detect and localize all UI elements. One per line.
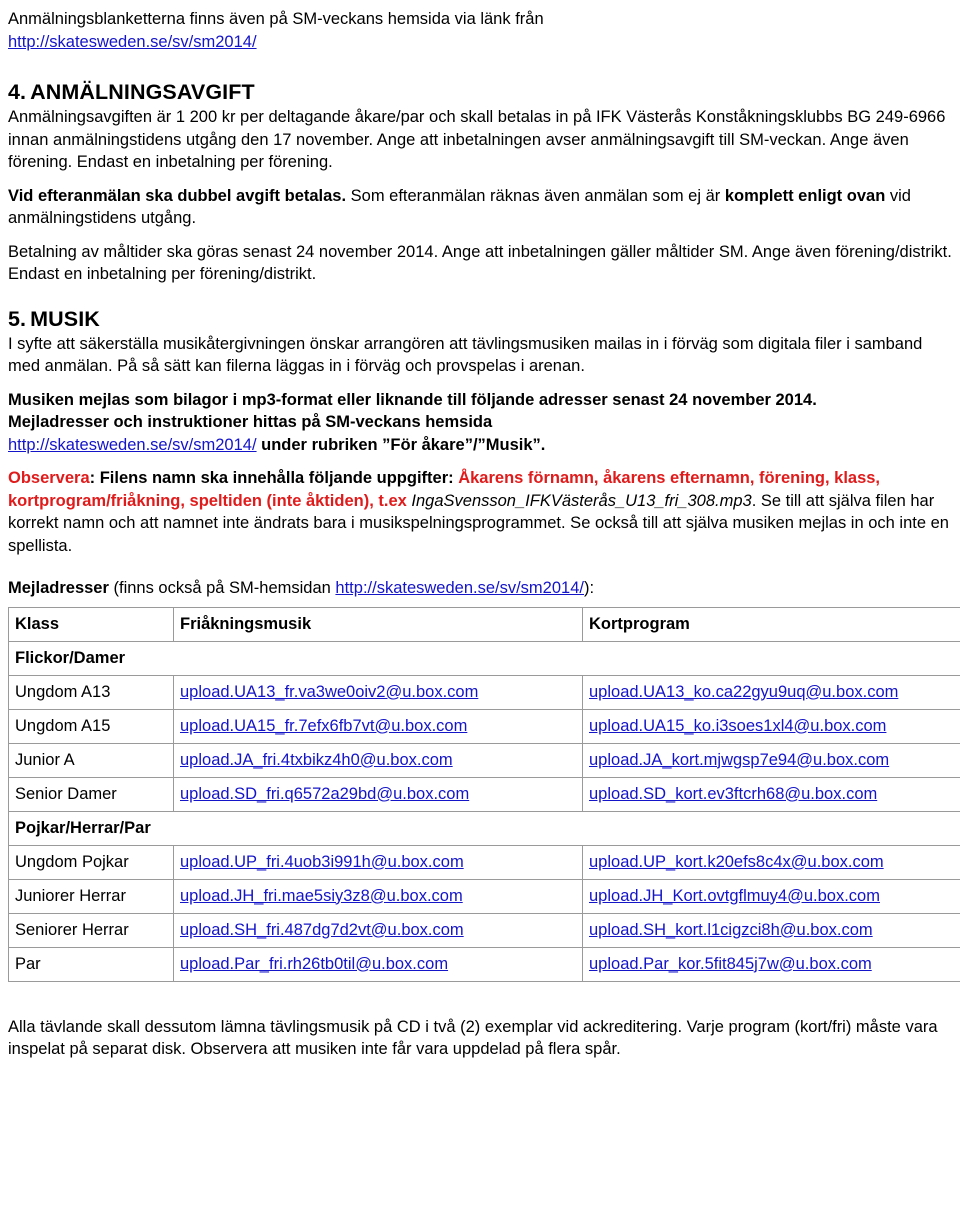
email-link-kortprogram[interactable]: upload.SD_kort.ev3ftcrh68@u.box.com	[589, 785, 877, 803]
table-group-row: Pojkar/Herrar/Par	[8, 810, 960, 846]
table-cell-friakningsmusik: upload.SH_fri.487dg7d2vt@u.box.com	[173, 912, 583, 948]
table-column-header: Kortprogram	[582, 606, 960, 642]
section-5-number: 5.	[8, 306, 27, 331]
table-cell-klass: Juniorer Herrar	[8, 878, 174, 914]
table-cell-klass: Par	[8, 946, 174, 982]
mejladresser-note: Mejladresser (finns också på SM-hemsidan…	[8, 577, 954, 600]
mejladresser-table: Klass Friåkningsmusik Kortprogram Flickor/D…	[8, 606, 960, 982]
table-cell-kortprogram: upload.UA13_ko.ca22gyu9uq@u.box.com	[582, 674, 960, 710]
table-cell-kortprogram: upload.JH_Kort.ovtgflmuy4@u.box.com	[582, 878, 960, 914]
table-cell-kortprogram: upload.UP_kort.k20efs8c4x@u.box.com	[582, 844, 960, 880]
table-cell-kortprogram: upload.SD_kort.ev3ftcrh68@u.box.com	[582, 776, 960, 812]
section-5-paragraph-2: Musiken mejlas som bilagor i mp3-format …	[8, 389, 954, 412]
table-cell-klass: Ungdom A13	[8, 674, 174, 710]
table-cell-friakningsmusik: upload.JH_fri.mae5siy3z8@u.box.com	[173, 878, 583, 914]
table-cell-klass: Seniorer Herrar	[8, 912, 174, 948]
music-instructions-bold: Mejladresser och instruktioner hittas på…	[8, 413, 493, 431]
document-page: Anmälningsblanketterna finns även på SM-…	[0, 0, 960, 1067]
table-group-label: Pojkar/Herrar/Par	[8, 810, 960, 846]
mejladresser-end: ):	[583, 579, 595, 597]
late-entry-bold-1: Vid efteranmälan ska dubbel avgift betal…	[8, 186, 347, 205]
email-link-kortprogram[interactable]: upload.JH_Kort.ovtgflmuy4@u.box.com	[589, 887, 880, 905]
table-row: Ungdom A15 upload.UA15_fr.7efx6fb7vt@u.bo…	[8, 708, 960, 744]
email-link-kortprogram[interactable]: upload.UP_kort.k20efs8c4x@u.box.com	[589, 853, 884, 871]
email-link-kortprogram[interactable]: upload.Par_kor.5fit845j7w@u.box.com	[589, 955, 872, 973]
late-entry-mid: Som efteranmälan räknas även anmälan som…	[346, 186, 725, 205]
mejladresser-label: Mejladresser	[8, 579, 109, 597]
email-link-friakningsmusik[interactable]: upload.Par_fri.rh26tb0til@u.box.com	[180, 955, 448, 973]
intro-paragraph: Anmälningsblanketterna finns även på SM-…	[8, 8, 954, 53]
section-5-title: MUSIK	[30, 306, 100, 331]
section-4-paragraph-2: Vid efteranmälan ska dubbel avgift betal…	[8, 185, 954, 230]
table-header-row: Klass Friåkningsmusik Kortprogram	[8, 606, 960, 642]
observera-paragraph: Observera: Filens namn ska innehålla föl…	[8, 467, 954, 557]
email-link-friakningsmusik[interactable]: upload.UA13_fr.va3we0oiv2@u.box.com	[180, 683, 478, 701]
music-email-deadline: Musiken mejlas som bilagor i mp3-format …	[8, 390, 817, 409]
section-4-paragraph-3: Betalning av måltider ska göras senast 2…	[8, 242, 952, 284]
email-link-friakningsmusik[interactable]: upload.UP_fri.4uob3i991h@u.box.com	[180, 853, 464, 871]
table-cell-friakningsmusik: upload.SD_fri.q6572a29bd@u.box.com	[173, 776, 583, 812]
observera-filename-example: IngaSvensson_IFKVästerås_U13_fri_308.mp3	[411, 491, 752, 510]
email-link-kortprogram[interactable]: upload.SH_kort.l1cigzci8h@u.box.com	[589, 921, 873, 939]
email-link-kortprogram[interactable]: upload.UA13_ko.ca22gyu9uq@u.box.com	[589, 683, 898, 701]
table-cell-friakningsmusik: upload.JA_fri.4txbikz4h0@u.box.com	[173, 742, 583, 778]
intro-line1: Anmälningsblanketterna finns även på SM-…	[8, 10, 544, 28]
table-column-header: Friåkningsmusik	[173, 606, 583, 642]
section-5-paragraph-1: I syfte att säkerställa musikåtergivning…	[8, 334, 923, 376]
table-cell-friakningsmusik: upload.UA13_fr.va3we0oiv2@u.box.com	[173, 674, 583, 710]
email-link-friakningsmusik[interactable]: upload.UA15_fr.7efx6fb7vt@u.box.com	[180, 717, 467, 735]
table-group-label: Flickor/Damer	[8, 640, 960, 676]
observera-label: Observera	[8, 469, 90, 487]
table-row: Ungdom Pojkar upload.UP_fri.4uob3i991h@u.…	[8, 844, 960, 880]
section-4-paragraph-1: Anmälningsavgiften är 1 200 kr per delta…	[8, 108, 946, 171]
table-row: Par upload.Par_fri.rh26tb0til@u.box.com up…	[8, 946, 960, 982]
table-group-row: Flickor/Damer	[8, 640, 960, 676]
section-4-title: ANMÄLNINGSAVGIFT	[30, 80, 255, 104]
email-link-kortprogram[interactable]: upload.JA_kort.mjwgsp7e94@u.box.com	[589, 751, 889, 769]
table-cell-klass: Ungdom A15	[8, 708, 174, 744]
footer-paragraph: Alla tävlande skall dessutom lämna tävli…	[8, 1017, 938, 1059]
table-cell-klass: Senior Damer	[8, 776, 174, 812]
table-row: Senior Damer upload.SD_fri.q6572a29bd@u.b…	[8, 776, 960, 812]
music-rubric-text: under rubriken ”För åkare”/”Musik”.	[256, 435, 546, 454]
table-row: Seniorer Herrar upload.SH_fri.487dg7d2vt@…	[8, 912, 960, 948]
email-link-kortprogram[interactable]: upload.UA15_ko.i3soes1xl4@u.box.com	[589, 717, 886, 735]
email-link-friakningsmusik[interactable]: upload.JA_fri.4txbikz4h0@u.box.com	[180, 751, 453, 769]
table-column-header: Klass	[8, 606, 174, 642]
table-cell-kortprogram: upload.SH_kort.l1cigzci8h@u.box.com	[582, 912, 960, 948]
skatesweden-link-table[interactable]: http://skatesweden.se/sv/sm2014/	[335, 579, 584, 597]
skatesweden-link-top[interactable]: http://skatesweden.se/sv/sm2014/	[8, 33, 257, 51]
table-cell-kortprogram: upload.UA15_ko.i3soes1xl4@u.box.com	[582, 708, 960, 744]
table-cell-klass: Ungdom Pojkar	[8, 844, 174, 880]
table-cell-kortprogram: upload.JA_kort.mjwgsp7e94@u.box.com	[582, 742, 960, 778]
email-link-friakningsmusik[interactable]: upload.SH_fri.487dg7d2vt@u.box.com	[180, 921, 464, 939]
table-cell-kortprogram: upload.Par_kor.5fit845j7w@u.box.com	[582, 946, 960, 982]
section-4-number: 4.	[8, 80, 27, 104]
table-cell-friakningsmusik: upload.UP_fri.4uob3i991h@u.box.com	[173, 844, 583, 880]
late-entry-bold-2: komplett enligt ovan	[724, 186, 886, 205]
mejladresser-mid: (finns också på SM-hemsidan	[108, 579, 336, 597]
table-cell-klass: Junior A	[8, 742, 174, 778]
table-row: Junior A upload.JA_fri.4txbikz4h0@u.box.c…	[8, 742, 960, 778]
section-5-heading: 5. MUSIK	[8, 306, 954, 333]
email-link-friakningsmusik[interactable]: upload.SD_fri.q6572a29bd@u.box.com	[180, 785, 469, 803]
section-4-heading: 4. ANMÄLNINGSAVGIFT	[8, 79, 954, 106]
table-row: Ungdom A13 upload.UA13_fr.va3we0oiv2@u.bo…	[8, 674, 960, 710]
section-5-paragraph-3: Mejladresser och instruktioner hittas på…	[8, 411, 954, 456]
table-cell-friakningsmusik: upload.Par_fri.rh26tb0til@u.box.com	[173, 946, 583, 982]
email-link-friakningsmusik[interactable]: upload.JH_fri.mae5siy3z8@u.box.com	[180, 887, 463, 905]
observera-black-intro: : Filens namn ska innehålla följande upp…	[89, 469, 459, 487]
table-row: Juniorer Herrar upload.JH_fri.mae5siy3z8@…	[8, 878, 960, 914]
table-cell-friakningsmusik: upload.UA15_fr.7efx6fb7vt@u.box.com	[173, 708, 583, 744]
skatesweden-link-music[interactable]: http://skatesweden.se/sv/sm2014/	[8, 436, 257, 454]
